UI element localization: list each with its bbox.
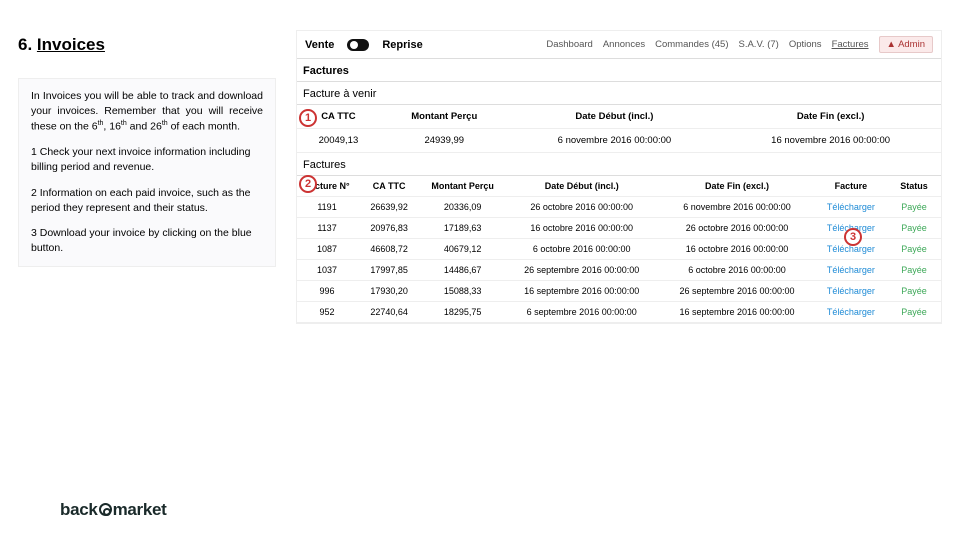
status-badge: Payée <box>901 244 927 254</box>
table-row: 119126639,9220336,0926 octobre 2016 00:0… <box>297 197 941 218</box>
col-date-debut: Date Début (incl.) <box>509 105 721 129</box>
table-row: 103717997,8514486,6726 septembre 2016 00… <box>297 260 941 281</box>
download-link[interactable]: Télécharger <box>827 202 875 212</box>
description-box: In Invoices you will be able to track an… <box>18 78 276 267</box>
col-date-fin: Date Fin (excl.) <box>720 105 941 129</box>
table-row: 20049,13 24939,99 6 novembre 2016 00:00:… <box>297 129 941 153</box>
logo-ring-icon <box>99 503 112 516</box>
desc-step-3: 3 Download your invoice by clicking on t… <box>31 226 263 256</box>
section-invoices-label: Factures <box>297 153 941 176</box>
nav-annonces[interactable]: Annonces <box>603 39 645 50</box>
callout-3: 3 <box>844 228 862 246</box>
col-ca-ttc: CA TTC <box>357 176 421 197</box>
col-facture: Facture <box>815 176 887 197</box>
navbar: Vente Reprise Dashboard Annonces Command… <box>297 31 941 59</box>
nav-vente: Vente <box>305 39 334 51</box>
table-row: 95222740,6418295,756 septembre 2016 00:0… <box>297 302 941 323</box>
title-num: 6. <box>18 35 32 54</box>
section-factures-heading: Factures <box>297 59 941 82</box>
status-badge: Payée <box>901 307 927 317</box>
download-link[interactable]: Télécharger <box>827 265 875 275</box>
nav-sav[interactable]: S.A.V. (7) <box>739 39 779 50</box>
page-title: 6. Invoices <box>18 35 105 55</box>
invoices-table: Facture N° CA TTC Montant Perçu Date Déb… <box>297 176 941 323</box>
toggle-icon[interactable] <box>347 39 369 51</box>
brand-logo: backmarket <box>60 500 167 520</box>
nav-reprise: Reprise <box>382 39 422 51</box>
desc-step-1: 1 Check your next invoice information in… <box>31 145 263 175</box>
nav-options[interactable]: Options <box>789 39 822 50</box>
status-badge: Payée <box>901 265 927 275</box>
callout-2: 2 <box>299 175 317 193</box>
col-date-fin: Date Fin (excl.) <box>659 176 814 197</box>
status-badge: Payée <box>901 286 927 296</box>
warning-icon: ▲ <box>887 39 899 50</box>
title-text: Invoices <box>37 35 105 54</box>
col-montant: Montant Perçu <box>380 105 509 129</box>
nav-factures[interactable]: Factures <box>832 39 869 50</box>
nav-commandes[interactable]: Commandes (45) <box>655 39 728 50</box>
download-link[interactable]: Télécharger <box>827 286 875 296</box>
col-montant: Montant Perçu <box>421 176 504 197</box>
nav-dashboard[interactable]: Dashboard <box>546 39 592 50</box>
col-date-debut: Date Début (incl.) <box>504 176 659 197</box>
upcoming-invoice-table: CA TTC Montant Perçu Date Début (incl.) … <box>297 105 941 153</box>
callout-1: 1 <box>299 109 317 127</box>
admin-button[interactable]: ▲ Admin <box>879 36 933 53</box>
download-link[interactable]: Télécharger <box>827 307 875 317</box>
desc-intro: In Invoices you will be able to track an… <box>31 89 263 135</box>
status-badge: Payée <box>901 202 927 212</box>
table-row: 99617930,2015088,3316 septembre 2016 00:… <box>297 281 941 302</box>
status-badge: Payée <box>901 223 927 233</box>
section-upcoming-label: Facture à venir <box>297 82 941 105</box>
desc-step-2: 2 Information on each paid invoice, such… <box>31 186 263 216</box>
col-status: Status <box>887 176 941 197</box>
app-screenshot: Vente Reprise Dashboard Annonces Command… <box>296 30 942 324</box>
